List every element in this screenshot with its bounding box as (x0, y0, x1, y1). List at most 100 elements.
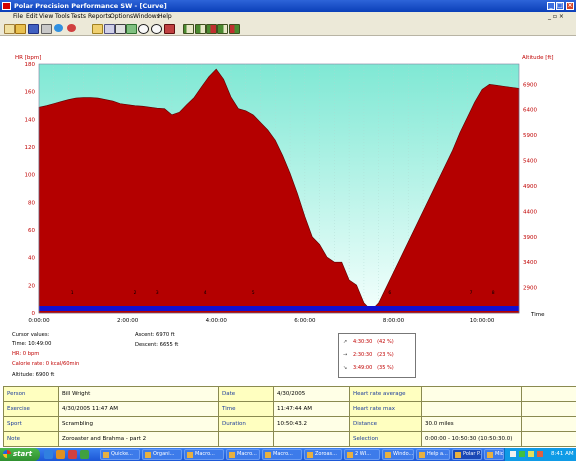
person-icon[interactable] (67, 24, 76, 32)
table-label-cell: Heart rate max (349, 401, 422, 417)
menu-edit[interactable]: Edit (26, 13, 38, 20)
lap-marker[interactable]: 2 (134, 290, 137, 296)
taskbar-button[interactable]: Quicke... (100, 449, 140, 460)
zoom-icon[interactable] (138, 24, 149, 34)
menu-view[interactable]: View (39, 13, 53, 20)
taskbar-button[interactable]: Polar P... (452, 449, 482, 460)
menu-help[interactable]: Help (158, 13, 172, 20)
table-value-cell[interactable]: 30.0 miles (421, 416, 522, 432)
bar-chart-3-icon[interactable] (206, 24, 217, 34)
taskbar-button-label: Polar P... (463, 451, 482, 457)
left-tick-label: 160 (25, 90, 36, 96)
tray-app-icon[interactable] (528, 451, 534, 457)
lap-marker[interactable]: 8 (492, 290, 495, 296)
lap-marker[interactable]: 3 (156, 290, 159, 296)
x-tick-label: 8:00:00 (383, 318, 405, 324)
taskbar-button[interactable]: Organi... (142, 449, 182, 460)
lap-marker[interactable]: 4 (204, 290, 207, 296)
table-value-cell[interactable]: Zoroaster and Brahma - part 2 (58, 431, 219, 447)
right-tick-label: 5900 (523, 133, 537, 139)
x-tick-label: 10:00:00 (470, 318, 495, 324)
close-icon[interactable]: × (566, 2, 574, 10)
bar-chart-2-icon[interactable] (195, 24, 206, 34)
quicklaunch-ie-icon[interactable] (44, 450, 53, 459)
table-value-cell[interactable]: Bill Wright (58, 386, 219, 402)
windows-logo-icon (3, 450, 11, 458)
lap-marker[interactable]: 1 (71, 290, 74, 296)
taskbar-button-label: Macro... (237, 451, 257, 457)
analysis-icon[interactable] (164, 24, 175, 34)
print-icon[interactable] (41, 24, 52, 34)
weekly-icon[interactable] (126, 24, 137, 34)
cursor-time: Time: 10:49:00 (12, 341, 52, 347)
tray-security-icon[interactable] (537, 451, 543, 457)
save-icon[interactable] (28, 24, 39, 34)
table-value-cell[interactable] (421, 386, 522, 402)
folder-icon[interactable] (92, 24, 103, 34)
mdi-controls[interactable]: _ ▫ × (548, 13, 564, 20)
table-value-cell[interactable] (273, 431, 350, 447)
quicklaunch-media-icon[interactable] (68, 450, 77, 459)
table-value-cell[interactable] (521, 431, 576, 447)
left-tick-label: 20 (28, 283, 35, 289)
menu-file[interactable]: File (13, 13, 23, 20)
bar-chart-icon[interactable] (183, 24, 194, 34)
lap-marker[interactable]: 7 (470, 290, 473, 296)
lap-marker[interactable]: 5 (252, 290, 255, 296)
clock: 8:41 AM (551, 451, 574, 457)
x-tick-label: 0:00:00 (28, 318, 50, 324)
network-icon[interactable] (519, 451, 525, 457)
open-icon[interactable] (15, 24, 26, 34)
quicklaunch-desktop-icon[interactable] (80, 450, 89, 459)
menu-tools[interactable]: Tools (55, 13, 70, 20)
taskbar-button[interactable]: Help a... (416, 449, 450, 460)
maximize-icon[interactable]: □ (556, 2, 564, 10)
quicklaunch-folder-icon[interactable] (56, 450, 65, 459)
taskbar-button[interactable]: Macro... (184, 449, 224, 460)
menu-options[interactable]: Options (110, 13, 133, 20)
bar-chart-4-icon[interactable] (217, 24, 228, 34)
x-tick-label: 2:00:00 (117, 318, 139, 324)
taskbar-button[interactable]: Mic... (484, 449, 504, 460)
menu-reports[interactable]: Reports (88, 13, 111, 20)
table-value-cell[interactable]: 4/30/2005 11:47 AM (58, 401, 219, 417)
lap-marker[interactable]: 6 (388, 290, 391, 296)
taskbar-button[interactable]: Windo... (382, 449, 414, 460)
menu-windows[interactable]: Windows (133, 13, 160, 20)
cursor-hr: HR: 0 bpm (12, 351, 40, 357)
table-value-cell[interactable]: Scrambling (58, 416, 219, 432)
table-value-cell[interactable] (521, 416, 576, 432)
taskbar-button[interactable]: Zoroas... (304, 449, 342, 460)
table-value-cell[interactable] (521, 386, 576, 402)
taskbar-app-icon (347, 452, 353, 458)
exercise-icon[interactable] (54, 24, 63, 32)
descent-value: Descent: 6655 ft (135, 342, 179, 348)
taskbar-button[interactable]: Macro... (262, 449, 302, 460)
x-tick-label: 4:00:00 (206, 318, 228, 324)
table-value-cell[interactable] (218, 431, 274, 447)
table-label-cell: Note (3, 431, 59, 447)
table-value-cell[interactable]: 11:47:44 AM (273, 401, 350, 417)
right-tick-label: 3400 (523, 260, 537, 266)
menu-tests[interactable]: Tests (71, 13, 86, 20)
taskbar-button-label: Mic... (495, 451, 504, 457)
copy-icon[interactable] (104, 24, 115, 34)
start-button[interactable]: start (0, 448, 40, 461)
search-icon[interactable] (151, 24, 162, 34)
volume-icon[interactable] (510, 451, 516, 457)
minimize-icon[interactable]: _ (547, 2, 555, 10)
table-value-cell[interactable]: 10:50:43.2 (273, 416, 350, 432)
bar-chart-5-icon[interactable] (229, 24, 240, 34)
curve-chart[interactable]: HR [bpm] Altitude [ft] 180 160 140 120 100 80… (0, 36, 576, 326)
table-value-cell[interactable]: 0:00:00 - 10:50:30 (10:50:30.0) (421, 431, 522, 447)
table-value-cell[interactable] (421, 401, 522, 417)
taskbar-button[interactable]: Macro... (226, 449, 260, 460)
taskbar-button[interactable]: 2 WI... (344, 449, 380, 460)
table-value-cell[interactable]: 4/30/2005 (273, 386, 350, 402)
table-label-cell: Date (218, 386, 274, 402)
table-value-cell[interactable] (521, 401, 576, 417)
calendar-icon[interactable] (115, 24, 126, 34)
taskbar-button-label: Zoroas... (315, 451, 337, 457)
right-tick-label: 4900 (523, 184, 537, 190)
new-icon[interactable] (4, 24, 15, 34)
